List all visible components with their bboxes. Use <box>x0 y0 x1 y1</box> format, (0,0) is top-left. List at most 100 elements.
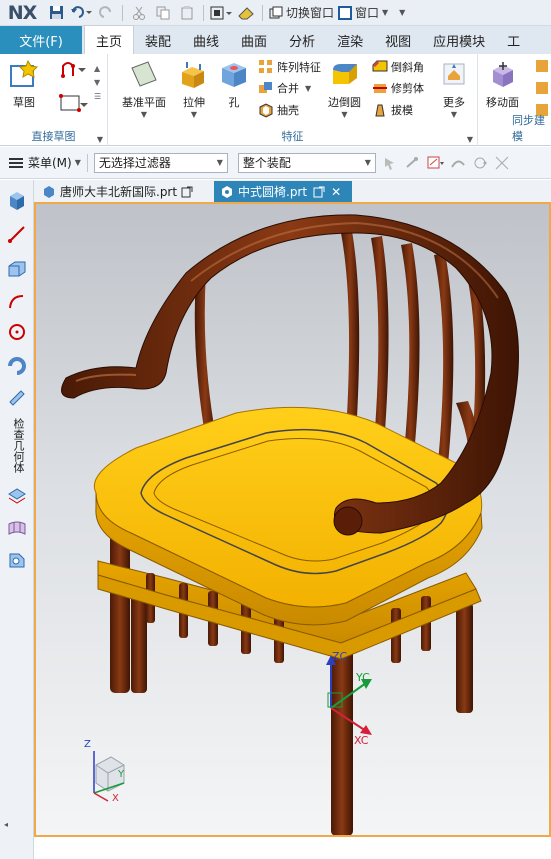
tab-file[interactable]: 文件(F) <box>0 26 82 54</box>
move-face-icon <box>492 62 513 87</box>
chamfer-button[interactable]: 倒斜角 <box>372 57 424 77</box>
datum-plane-button[interactable]: 基准平面 ▼ <box>122 58 166 119</box>
type-filter-select[interactable]: 无选择过滤器 ▼ <box>93 152 228 173</box>
switch-window-icon <box>269 6 283 18</box>
fit-view-icon[interactable] <box>210 3 232 23</box>
separator <box>122 4 123 21</box>
blend-tool-icon[interactable] <box>7 388 27 408</box>
doc-tab-1[interactable]: 唐师大丰北新国际.prt <box>36 181 199 202</box>
chamfer-icon <box>372 60 388 72</box>
extrude-tool-icon[interactable] <box>7 190 27 210</box>
separator <box>262 4 263 21</box>
feature-select-icon[interactable] <box>404 155 420 171</box>
mesh-surface-icon[interactable] <box>7 518 27 538</box>
draft-label: 拔模 <box>391 104 413 117</box>
shell-button[interactable]: 抽壳 <box>258 100 299 120</box>
tab-assemblies[interactable]: 装配 <box>134 26 182 54</box>
save-icon[interactable] <box>46 3 66 23</box>
tab-surface[interactable]: 曲面 <box>230 26 278 54</box>
edge-blend-button[interactable]: 边倒圆 ▼ <box>328 58 361 119</box>
tab-home[interactable]: 主页 <box>84 25 135 54</box>
ribbon: 草图 ▲ ▼ ☰ 直接草图 ▼ 基准平面 ▼ 拉伸 ▼ 孔 阵列特征 合并 ▼ … <box>0 54 551 146</box>
close-tab-icon[interactable]: ✕ <box>331 185 341 199</box>
extrude-button[interactable]: 拉伸 ▼ <box>178 58 210 119</box>
hole-button[interactable]: 孔 <box>218 58 250 110</box>
type-filter-value: 无选择过滤器 <box>98 156 171 170</box>
hole-icon <box>222 63 246 87</box>
revolve-tool-icon[interactable] <box>7 356 27 376</box>
paste-icon[interactable] <box>177 3 197 23</box>
quadrant-point-icon[interactable] <box>472 155 488 171</box>
arc-tool-icon[interactable] <box>7 292 27 312</box>
trim-body-button[interactable]: 修剪体 <box>372 78 424 98</box>
tab-curve[interactable]: 曲线 <box>182 26 230 54</box>
selection-scope-value: 整个装配 <box>242 156 291 170</box>
quick-access-toolbar: NX 切换窗口 窗口 ▼ ▼ <box>0 0 551 26</box>
draft-icon <box>375 104 385 117</box>
chevron-down-icon[interactable]: ▼ <box>467 135 473 144</box>
more-button[interactable]: 更多 ▼ <box>438 58 470 119</box>
unite-button[interactable]: 合并 ▼ <box>258 78 311 98</box>
nx-window: NX 切换窗口 窗口 ▼ ▼ 文件(F) 主页 装配 曲线 曲面 分析 渲染 视… <box>0 0 551 859</box>
tab-application[interactable]: 应用模块 <box>422 26 496 54</box>
eraser-icon[interactable] <box>236 3 256 23</box>
profile-button[interactable] <box>58 60 88 80</box>
tab-view[interactable]: 视图 <box>374 26 422 54</box>
switch-window-button[interactable]: 切换窗口 <box>269 3 334 23</box>
window-menu-button[interactable]: 窗口 ▼ <box>338 3 388 23</box>
check-geometry-tab[interactable]: 检查几何体 <box>10 418 25 473</box>
pattern-feature-button[interactable]: 阵列特征 <box>258 57 321 77</box>
more-label: 更多 <box>443 96 465 109</box>
line-tool-icon[interactable] <box>7 224 27 244</box>
pattern-feature-label: 阵列特征 <box>277 61 321 74</box>
collapse-arrow-icon[interactable]: ◂ <box>4 820 8 829</box>
unite-icon <box>259 82 272 93</box>
sync-modeling-label: 同步建模 <box>512 114 545 143</box>
part-file-icon <box>222 185 232 198</box>
menu-button[interactable]: 菜单(M) ▼ <box>8 154 81 171</box>
extrude-icon <box>182 62 204 88</box>
move-face-button[interactable]: 移动面 <box>486 58 519 110</box>
face-tool-icon[interactable] <box>7 550 27 570</box>
selection-scope-select[interactable]: 整个装配 ▼ <box>237 152 376 173</box>
tab-tools[interactable]: 工 <box>496 26 531 54</box>
edge-blend-label: 边倒圆 <box>328 96 361 109</box>
intersection-point-icon[interactable] <box>494 155 510 171</box>
block-tool-icon[interactable] <box>7 258 27 278</box>
chamfer-label: 倒斜角 <box>391 61 424 74</box>
circle-tool-icon[interactable] <box>7 322 27 342</box>
viewport-border <box>34 202 551 837</box>
rectangle-button[interactable] <box>58 94 88 114</box>
sew-tool-icon[interactable] <box>7 486 27 506</box>
document-tabs: 唐师大丰北新国际.prt 中式圆椅.prt ✕ <box>34 180 551 202</box>
menu-icon <box>9 157 23 168</box>
sketch-gallery-scroll[interactable]: ▲ ▼ ☰ <box>94 62 101 104</box>
more-icon <box>443 63 465 85</box>
chevron-down-icon: ▼ <box>74 158 81 167</box>
undo-icon[interactable] <box>70 3 92 23</box>
general-select-icon[interactable] <box>382 155 398 171</box>
chevron-down-icon: ▼ <box>216 158 223 167</box>
redo-icon[interactable] <box>96 3 116 23</box>
customize-toolbar-icon[interactable]: ▼ <box>392 3 412 23</box>
copy-icon[interactable] <box>153 3 173 23</box>
chevron-down-icon: ▼ <box>364 158 371 167</box>
rectangle-icon <box>59 94 88 112</box>
draft-button[interactable]: 拔模 <box>372 100 413 120</box>
move-face-label: 移动面 <box>486 96 519 109</box>
ribbon-tabs: 文件(F) 主页 装配 曲线 曲面 分析 渲染 视图 应用模块 工 <box>0 25 551 54</box>
resource-bar: 检查几何体 ◂ <box>0 180 34 859</box>
tab-render[interactable]: 渲染 <box>326 26 374 54</box>
window-icon <box>338 5 353 20</box>
pattern-feature-icon <box>259 60 272 73</box>
window-label: 窗口 <box>355 6 380 20</box>
nx-logo[interactable]: NX <box>0 0 44 26</box>
chevron-down-icon[interactable]: ▼ <box>97 135 103 144</box>
snap-point-icon[interactable] <box>426 155 444 171</box>
cut-icon[interactable] <box>129 3 149 23</box>
sketch-button[interactable]: 草图 <box>8 58 40 110</box>
profile-icon <box>61 62 86 78</box>
doc-tab-2[interactable]: 中式圆椅.prt ✕ <box>214 181 352 202</box>
tab-analysis[interactable]: 分析 <box>278 26 326 54</box>
point-on-curve-icon[interactable] <box>450 155 466 171</box>
